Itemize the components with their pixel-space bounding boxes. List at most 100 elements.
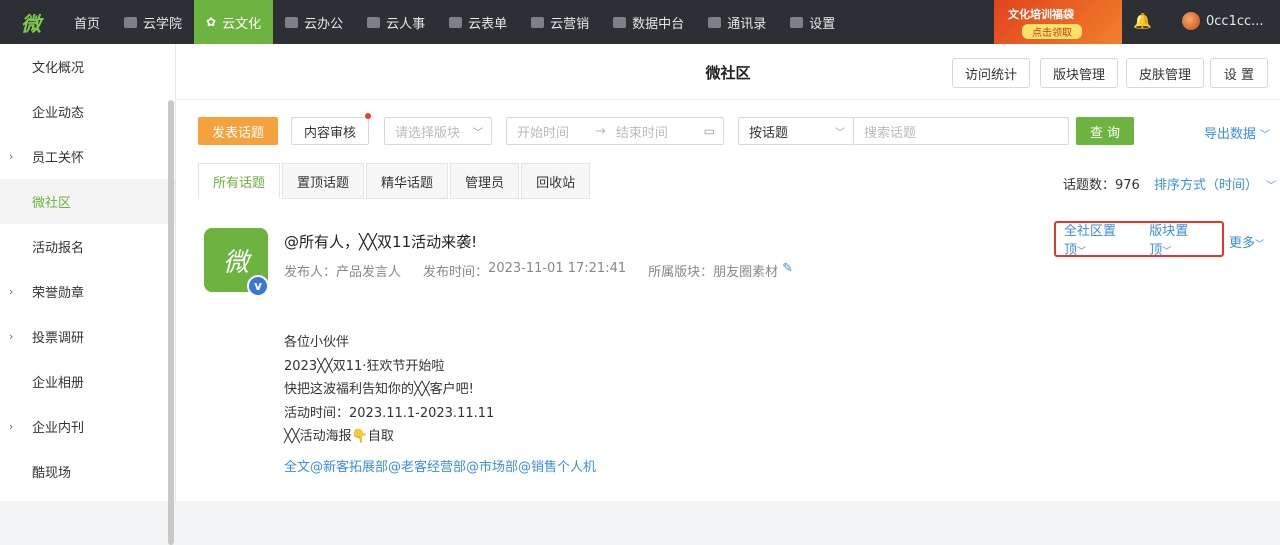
sidebar-item-vote[interactable]: › 投票调研 [0, 314, 175, 359]
nav-item-form[interactable]: 云表单 [437, 0, 519, 44]
more-label: 更多 [1229, 236, 1256, 251]
topic-count: 话题数：976 [1063, 174, 1140, 193]
skin-manage-button[interactable]: 皮肤管理 [1126, 58, 1204, 88]
nav-label: 云文化 [222, 16, 262, 32]
tab-featured[interactable]: 精华话题 [366, 163, 449, 199]
logo-text: 微 [21, 11, 41, 36]
main-panel: 微社区 访问统计 版块管理 皮肤管理 设 置 发表话题 内容审核 请选择版块 ﹀… [176, 44, 1280, 501]
calendar-icon: ▭ [703, 124, 715, 138]
nav-label: 首页 [74, 16, 101, 32]
verified-badge-icon: v [247, 275, 269, 297]
people-icon [367, 16, 381, 28]
section-select[interactable]: 请选择版块 ﹀ [384, 117, 492, 145]
sidebar-item-label: 活动报名 [32, 241, 85, 256]
sidebar-item-overview[interactable]: 文化概况 [0, 44, 175, 89]
user-menu[interactable]: 0cc1cc... [1182, 12, 1264, 30]
sidebar-item-label: 企业内刊 [32, 421, 85, 436]
tab-pinned[interactable]: 置顶话题 [282, 163, 365, 199]
export-data-link[interactable]: 导出数据 ﹀ [1204, 123, 1270, 142]
promo-banner[interactable]: 文化培训福袋 点击领取 [994, 0, 1122, 44]
content-audit-button[interactable]: 内容审核 [291, 117, 369, 145]
sidebar-item-label: 荣誉勋章 [32, 286, 85, 301]
sidebar-item-journal[interactable]: › 企业内刊 [0, 404, 175, 449]
tab-all[interactable]: 所有话题 [198, 163, 281, 199]
sidebar-item-honor[interactable]: › 荣誉勋章 [0, 269, 175, 314]
nav-item-settings[interactable]: 设置 [778, 0, 847, 44]
pin-section-button[interactable]: 版块置顶﹀ [1149, 220, 1208, 258]
post-topic-button[interactable]: 发表话题 [198, 117, 278, 145]
nav-item-office[interactable]: 云办公 [273, 0, 355, 44]
more-button[interactable]: 更多﹀ [1229, 232, 1264, 251]
avatar [1182, 12, 1200, 30]
chevron-down-icon: ﹀ [1260, 130, 1271, 141]
form-icon [449, 16, 463, 28]
chart-icon [531, 16, 545, 28]
post-body-line: 活动时间：2023.11.1-2023.11.11 [284, 405, 495, 421]
nav-label: 云表单 [468, 16, 508, 32]
edit-icon[interactable]: ✎ [782, 261, 793, 280]
gear-flower-icon: ✿ [206, 15, 217, 29]
nav-item-marketing[interactable]: 云营销 [519, 0, 601, 44]
nav-label: 云营销 [550, 16, 590, 32]
nav-item-data[interactable]: 数据中台 [601, 0, 696, 44]
sidebar-item-label: 微社区 [32, 196, 72, 211]
cube-icon [613, 16, 627, 28]
sidebar-item-news[interactable]: 企业动态 [0, 89, 175, 134]
sidebar-item-album[interactable]: 企业相册 [0, 359, 175, 404]
briefcase-icon [285, 16, 299, 28]
post-title[interactable]: @所有人，╳╳双11活动来袭! [284, 231, 477, 252]
contact-icon [708, 16, 722, 28]
search-placeholder: 搜索话题 [864, 125, 917, 141]
post-body-line: 快把这波福利告知你的╳╳客户吧! [284, 382, 474, 397]
app-logo[interactable]: 微 [0, 0, 62, 44]
sidebar-item-label: 企业相册 [32, 376, 85, 391]
chevron-right-icon: › [9, 420, 14, 433]
video-icon [124, 16, 138, 28]
nav-label: 云学院 [143, 16, 183, 32]
banner-cta: 点击领取 [1022, 23, 1082, 39]
nav-item-academy[interactable]: 云学院 [112, 0, 194, 44]
topic-count-value: 976 [1115, 178, 1140, 193]
nav-label: 通讯录 [727, 16, 767, 32]
avatar-text: 微 [222, 247, 249, 278]
sidebar-item-care[interactable]: › 员工关怀 [0, 134, 175, 179]
sidebar-item-signup[interactable]: 活动报名 [0, 224, 175, 269]
bell-icon[interactable]: 🔔 [1133, 12, 1152, 32]
chevron-down-icon: ﹀ [835, 127, 845, 139]
section-manage-button[interactable]: 版块管理 [1040, 58, 1118, 88]
arrow-right-icon: → [595, 123, 606, 139]
sidebar-item-label: 企业动态 [32, 106, 85, 121]
start-date-placeholder: 开始时间 [517, 125, 570, 141]
end-date-placeholder: 结束时间 [615, 125, 668, 141]
chevron-down-icon: ﹀ [473, 127, 483, 139]
sidebar-item-live[interactable]: 酷现场 [0, 449, 175, 494]
export-label: 导出数据 [1204, 127, 1257, 142]
chevron-right-icon: › [9, 150, 14, 163]
main-nav: 首页 云学院 ✿ 云文化 云办公 云人事 云表单 云营销 数据中台 通讯录 设置 [62, 0, 847, 44]
settings-button[interactable]: 设 置 [1210, 58, 1268, 88]
sidebar: 文化概况 企业动态 › 员工关怀 微社区 活动报名 › 荣誉勋章 › 投票调研 企业相… [0, 44, 176, 545]
nav-item-home[interactable]: 首页 [62, 0, 112, 44]
nav-item-contacts[interactable]: 通讯录 [696, 0, 778, 44]
search-type-select[interactable]: 按话题 ﹀ [738, 117, 854, 145]
nav-item-hr[interactable]: 云人事 [355, 0, 437, 44]
sort-dropdown[interactable]: 排序方式（时间） ﹀ [1154, 174, 1276, 193]
query-button[interactable]: 查 询 [1076, 117, 1134, 145]
visit-stats-button[interactable]: 访问统计 [952, 58, 1030, 88]
post-meta: 发布人： 产品发言人 发布时间： 2023-11-01 17:21:41 所属版块：… [284, 261, 793, 280]
mention-link[interactable]: 全文@新客拓展部@老客经营部@市场部@销售个人机 [284, 456, 596, 475]
sidebar-scrollbar[interactable] [168, 100, 174, 545]
tab-admin[interactable]: 管理员 [450, 163, 520, 199]
chevron-down-icon: ﹀ [1162, 247, 1172, 257]
pin-global-button[interactable]: 全社区置顶﹀ [1064, 220, 1135, 258]
sidebar-item-label: 员工关怀 [32, 151, 85, 166]
date-range-picker[interactable]: 开始时间 → 结束时间 ▭ [506, 117, 724, 145]
notification-dot [365, 113, 371, 119]
post-time: 2023-11-01 17:21:41 [488, 261, 627, 276]
topic-tabs: 所有话题 置顶话题 精华话题 管理员 回收站 [198, 163, 592, 199]
search-input[interactable]: 搜索话题 [853, 117, 1069, 145]
tab-recycle[interactable]: 回收站 [521, 163, 591, 199]
sidebar-item-community[interactable]: 微社区 [0, 179, 175, 224]
nav-item-culture[interactable]: ✿ 云文化 [194, 0, 274, 44]
post-body-line: 各位小伙伴 [284, 335, 350, 350]
